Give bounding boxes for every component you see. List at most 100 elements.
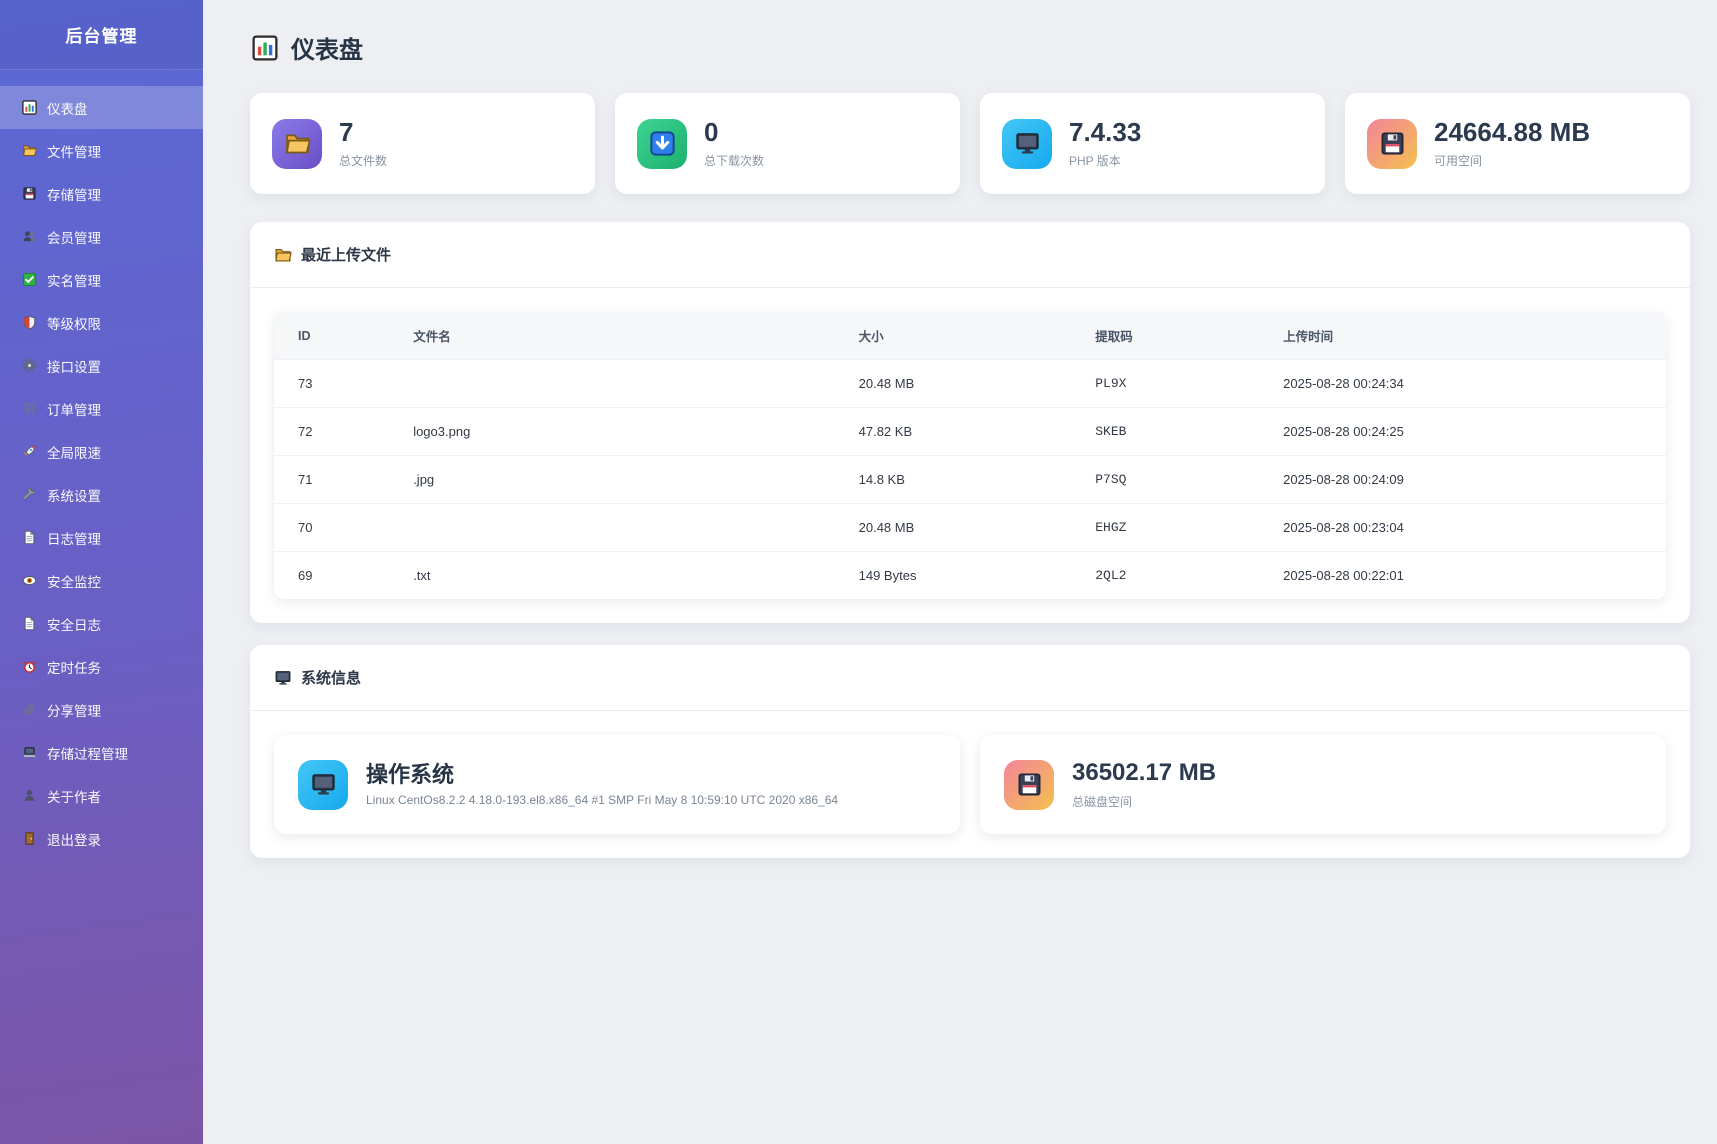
sidebar-item-label: 订单管理: [47, 399, 101, 419]
table-body: 7320.48 MBPL9X2025-08-28 00:24:3472logo3…: [274, 360, 1666, 600]
os-card-title: 操作系统: [366, 762, 838, 788]
recent-files-card: 最近上传文件 ID文件名大小提取码上传时间 7320.48 MBPL9X2025…: [250, 222, 1690, 623]
laptop-icon: [22, 745, 37, 760]
cell-name: logo3.png: [413, 408, 858, 456]
sidebar-item-label: 定时任务: [47, 657, 101, 677]
os-card-detail: Linux CentOs8.2.2 4.18.0-193.el8.x86_64 …: [366, 793, 838, 807]
sidebar-item-系统设置[interactable]: 系统设置: [0, 473, 203, 516]
sidebar: 后台管理 仪表盘文件管理存储管理会员管理实名管理等级权限接口设置订单管理全局限速…: [0, 0, 203, 1144]
stat-label: 总文件数: [339, 152, 387, 169]
sidebar-item-label: 等级权限: [47, 313, 101, 333]
main-content: 仪表盘 7总文件数0总下载次数 7.4.33 PHP 版本 24664.88 MB可用…: [203, 0, 1717, 1144]
sidebar-item-存储管理[interactable]: 存储管理: [0, 172, 203, 215]
sidebar-item-label: 仪表盘: [47, 98, 88, 118]
page-title-text: 仪表盘: [291, 30, 363, 65]
disk-card-label: 总磁盘空间: [1072, 793, 1216, 810]
sidebar-item-订单管理[interactable]: 订单管理: [0, 387, 203, 430]
sidebar-item-label: 系统设置: [47, 485, 101, 505]
sidebar-item-关于作者[interactable]: 关于作者: [0, 774, 203, 817]
door-icon: [22, 831, 37, 846]
sidebar-item-退出登录[interactable]: 退出登录: [0, 817, 203, 860]
system-info-header: 系统信息: [250, 645, 1690, 711]
folder-icon: [284, 130, 311, 157]
stat-tile: [1367, 119, 1417, 169]
column-header: 提取码: [1095, 312, 1283, 360]
sidebar-item-定时任务[interactable]: 定时任务: [0, 645, 203, 688]
os-card: 操作系统 Linux CentOs8.2.2 4.18.0-193.el8.x8…: [274, 735, 960, 834]
sidebar-item-安全监控[interactable]: 安全监控: [0, 559, 203, 602]
stat-value: 24664.88 MB: [1434, 118, 1590, 148]
cell-size: 20.48 MB: [859, 504, 1096, 552]
sidebar-item-label: 接口设置: [47, 356, 101, 376]
sidebar-item-存储过程管理[interactable]: 存储过程管理: [0, 731, 203, 774]
sidebar-item-实名管理[interactable]: 实名管理: [0, 258, 203, 301]
monitor-icon: [310, 771, 337, 798]
sidebar-item-会员管理[interactable]: 会员管理: [0, 215, 203, 258]
sidebar-item-全局限速[interactable]: 全局限速: [0, 430, 203, 473]
stat-value: 0: [704, 118, 764, 148]
recent-files-header: 最近上传文件: [250, 222, 1690, 288]
users-icon: [22, 229, 37, 244]
sidebar-item-安全日志[interactable]: 安全日志: [0, 602, 203, 645]
system-info-card: 系统信息 操作系统 Linux CentOs8.2.2 4.18.0-193.e…: [250, 645, 1690, 858]
stat-tile: [1002, 119, 1052, 169]
sidebar-item-label: 安全监控: [47, 571, 101, 591]
sidebar-item-文件管理[interactable]: 文件管理: [0, 129, 203, 172]
cell-size: 47.82 KB: [859, 408, 1096, 456]
column-header: 文件名: [413, 312, 858, 360]
sidebar-item-仪表盘[interactable]: 仪表盘: [0, 86, 203, 129]
sidebar-item-分享管理[interactable]: 分享管理: [0, 688, 203, 731]
column-header: ID: [274, 312, 413, 360]
folder-icon: [274, 246, 292, 264]
cart-icon: [22, 401, 37, 416]
sidebar-item-等级权限[interactable]: 等级权限: [0, 301, 203, 344]
cell-code: PL9X: [1095, 360, 1283, 408]
cell-code: SKEB: [1095, 408, 1283, 456]
cell-time: 2025-08-28 00:23:04: [1283, 504, 1666, 552]
down-arrow-icon: [649, 130, 676, 157]
floppy-icon: [1016, 771, 1043, 798]
page-icon: [22, 616, 37, 631]
stat-value: 7.4.33: [1069, 118, 1141, 148]
stat-card-PHP 版本: 7.4.33 PHP 版本: [980, 93, 1325, 194]
sidebar-item-接口设置[interactable]: 接口设置: [0, 344, 203, 387]
sidebar-item-label: 存储管理: [47, 184, 101, 204]
sidebar-item-日志管理[interactable]: 日志管理: [0, 516, 203, 559]
page-title: 仪表盘: [252, 30, 1690, 65]
cell-time: 2025-08-28 00:24:34: [1283, 360, 1666, 408]
monitor-icon: [274, 669, 292, 687]
bar-chart-icon: [252, 35, 278, 61]
cell-time: 2025-08-28 00:22:01: [1283, 552, 1666, 600]
cell-name: [413, 360, 858, 408]
table-row: 7020.48 MBEHGZ2025-08-28 00:23:04: [274, 504, 1666, 552]
cell-time: 2025-08-28 00:24:25: [1283, 408, 1666, 456]
sidebar-item-label: 关于作者: [47, 786, 101, 806]
os-card-tile: [298, 760, 348, 810]
check-square-icon: [22, 272, 37, 287]
stat-tile: [272, 119, 322, 169]
stat-card-总下载次数: 0总下载次数: [615, 93, 960, 194]
app-title: 后台管理: [0, 0, 203, 70]
cell-size: 20.48 MB: [859, 360, 1096, 408]
stat-card-总文件数: 7总文件数: [250, 93, 595, 194]
cell-time: 2025-08-28 00:24:09: [1283, 456, 1666, 504]
alarm-icon: [22, 659, 37, 674]
wrench-icon: [22, 487, 37, 502]
stat-label: PHP 版本: [1069, 152, 1141, 169]
table-row: 71.jpg14.8 KBP7SQ2025-08-28 00:24:09: [274, 456, 1666, 504]
eye-icon: [22, 573, 37, 588]
person-icon: [22, 788, 37, 803]
disk-card-value: 36502.17 MB: [1072, 759, 1216, 788]
cell-name: .jpg: [413, 456, 858, 504]
floppy-icon: [1379, 130, 1406, 157]
table-row: 72logo3.png47.82 KBSKEB2025-08-28 00:24:…: [274, 408, 1666, 456]
rocket-icon: [22, 444, 37, 459]
disk-card: 36502.17 MB 总磁盘空间: [980, 735, 1666, 834]
cell-code: EHGZ: [1095, 504, 1283, 552]
sidebar-item-label: 会员管理: [47, 227, 101, 247]
sidebar-item-label: 全局限速: [47, 442, 101, 462]
stat-card-可用空间: 24664.88 MB可用空间: [1345, 93, 1690, 194]
monitor-icon: [1014, 130, 1041, 157]
cell-id: 69: [274, 552, 413, 600]
cell-code: 2QL2: [1095, 552, 1283, 600]
